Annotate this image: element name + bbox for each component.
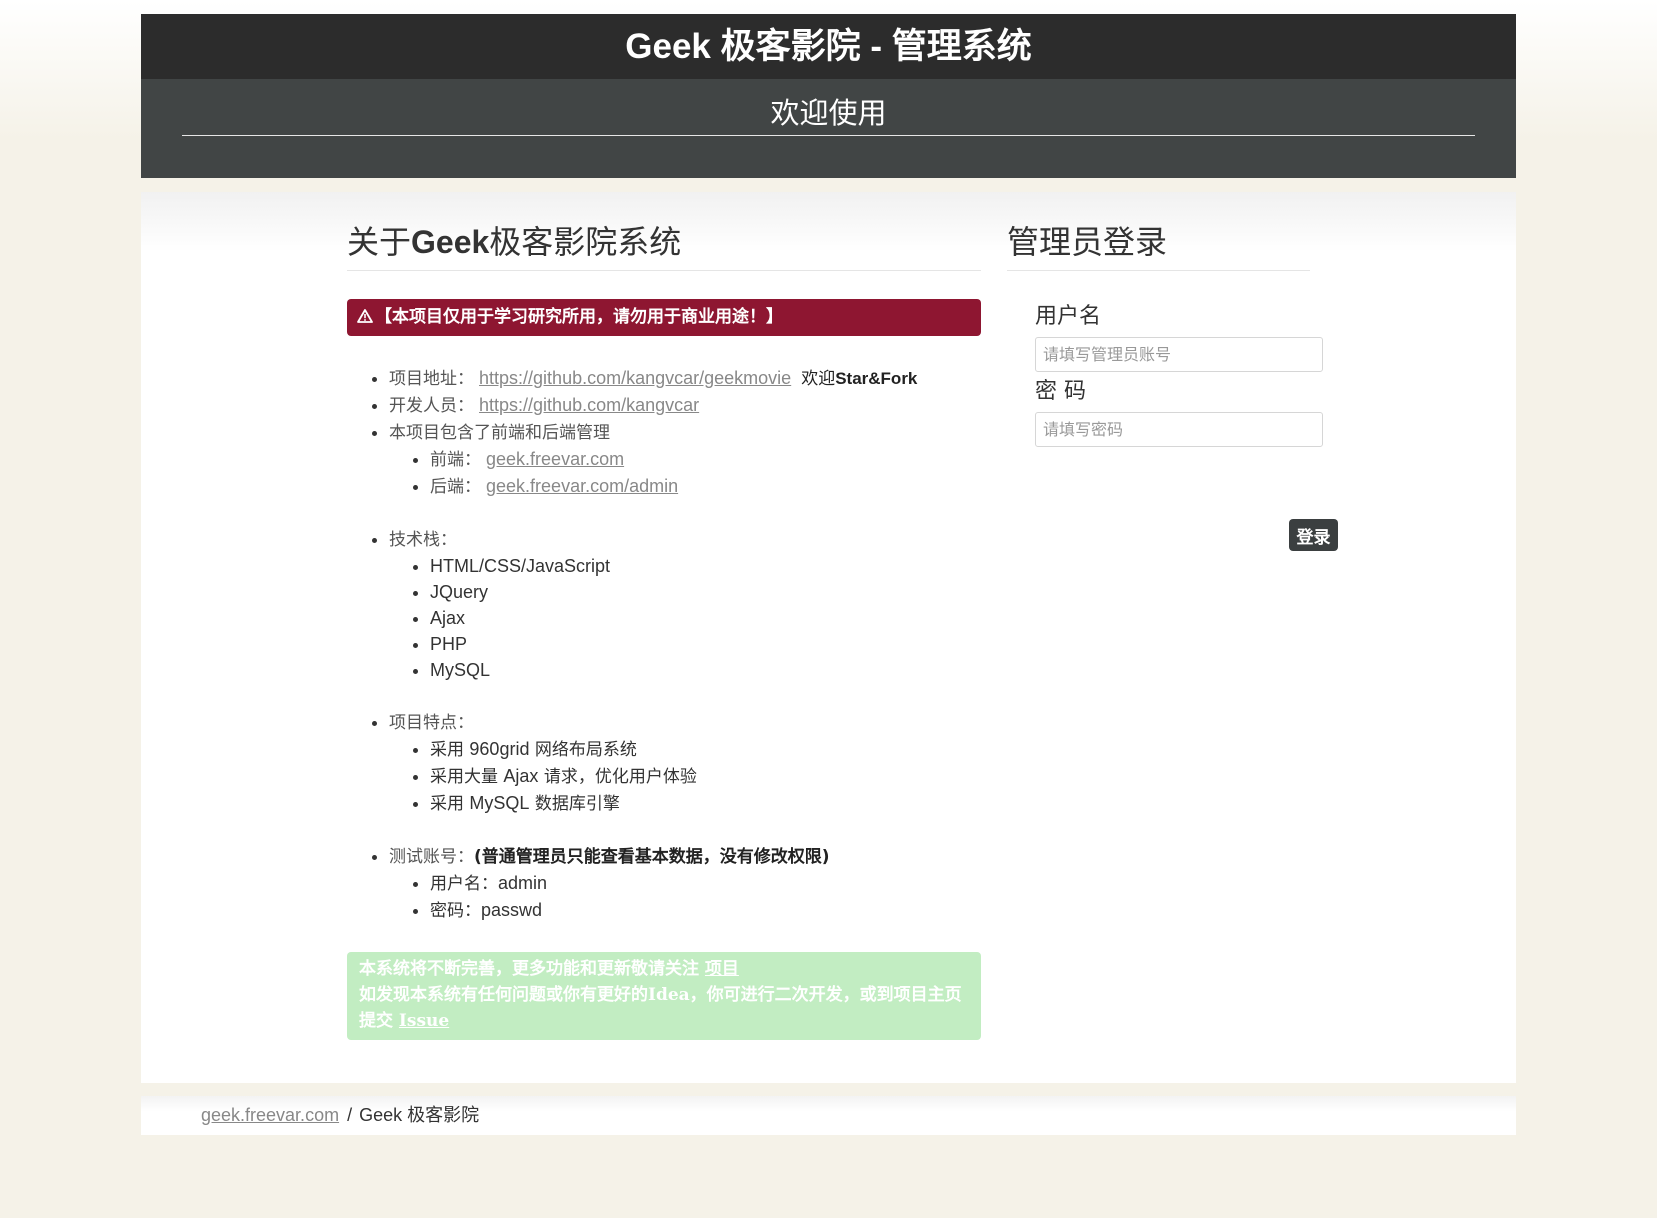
main-content: 关于Geek极客影院系统 【本项目仅用于学习研究所用，请勿用于商业用途！】 项目… xyxy=(141,192,1516,1083)
footer-name-text: Geek 极客影院 xyxy=(359,1105,480,1125)
feature-pre: 采用 xyxy=(430,794,470,814)
project-label: 项目地址： xyxy=(389,369,474,389)
stack-item: PHP xyxy=(430,631,981,657)
star-fork-cn: 欢迎 xyxy=(801,369,836,389)
update-notice: 本系统将不断完善，更多功能和更新敬请关注 项目 如发现本系统有任何问题或你有更好… xyxy=(347,952,981,1040)
warning-icon xyxy=(357,299,373,336)
stack-label: 技术栈： xyxy=(389,530,457,550)
test-password-value: passwd xyxy=(481,900,543,920)
notice-line-1: 本系统将不断完善，更多功能和更新敬请关注 项目 xyxy=(359,956,969,982)
about-title: 关于Geek极客影院系统 xyxy=(347,220,981,271)
username-input[interactable] xyxy=(1035,337,1323,372)
feature-tech: MySQL xyxy=(469,793,530,813)
list-item-includes: 本项目包含了前端和后端管理 前端： geek.freevar.com 后端： g… xyxy=(389,419,981,500)
test-username-item: 用户名：admin xyxy=(430,870,981,897)
test-account-note: (普通管理员只能查看基本数据，没有修改权限) xyxy=(474,847,830,867)
footer-separator: / xyxy=(347,1105,353,1125)
login-form: 用户名 密 码 xyxy=(1007,271,1323,447)
warning-text: 【本项目仅用于学习研究所用，请勿用于商业用途！】 xyxy=(375,307,783,327)
test-account-label: 测试账号： xyxy=(389,847,474,867)
project-link[interactable]: https://github.com/kangvcar/geekmovie xyxy=(479,368,791,388)
developer-label: 开发人员： xyxy=(389,396,474,416)
welcome-divider xyxy=(182,135,1475,136)
login-title: 管理员登录 xyxy=(1007,220,1310,271)
list-item-backend: 后端： geek.freevar.com/admin xyxy=(430,473,981,500)
notice-text-2: 如发现本系统有任何问题或你有更好的Idea，你可进行二次开发，或到项目主页提交 xyxy=(359,985,962,1031)
frontend-label: 前端： xyxy=(430,450,481,470)
list-item-frontend: 前端： geek.freevar.com xyxy=(430,446,981,473)
notice-line-2: 如发现本系统有任何问题或你有更好的Idea，你可进行二次开发，或到项目主页提交 … xyxy=(359,982,969,1034)
feature-pre: 采用 xyxy=(430,740,470,760)
list-item-developer: 开发人员： https://github.com/kangvcar xyxy=(389,392,981,419)
list-item-features: 项目特点： 采用 960grid 网络布局系统 采用大量 Ajax 请求，优化用… xyxy=(389,709,981,817)
password-label: 密 码 xyxy=(1035,379,1086,404)
stack-list: HTML/CSS/JavaScript JQuery Ajax PHP MySQ… xyxy=(389,553,981,683)
welcome-text: 欢迎使用 xyxy=(770,96,887,130)
star-fork-text: 欢迎Star&Fork xyxy=(801,369,917,389)
stack-item: MySQL xyxy=(430,657,981,683)
feature-tech: Ajax xyxy=(503,766,539,786)
about-title-suffix: 极客影院系统 xyxy=(489,223,682,261)
feature-item: 采用大量 Ajax 请求，优化用户体验 xyxy=(430,763,981,790)
list-item-stack: 技术栈： HTML/CSS/JavaScript JQuery Ajax PHP… xyxy=(389,526,981,683)
feature-pre: 采用大量 xyxy=(430,767,504,787)
password-input[interactable] xyxy=(1035,412,1323,447)
test-password-item: 密码：passwd xyxy=(430,897,981,924)
welcome-banner: 欢迎使用 xyxy=(141,79,1516,178)
test-username-label: 用户名： xyxy=(430,874,498,894)
feature-post: 请求，优化用户体验 xyxy=(538,767,697,787)
test-password-label: 密码： xyxy=(430,901,481,921)
project-notice-link[interactable]: 项目 xyxy=(705,959,739,979)
backend-label: 后端： xyxy=(430,477,481,497)
feature-post: 网络布局系统 xyxy=(529,740,637,760)
list-item-project: 项目地址： https://github.com/kangvcar/geekmo… xyxy=(389,365,981,392)
about-section: 关于Geek极客影院系统 【本项目仅用于学习研究所用，请勿用于商业用途！】 项目… xyxy=(347,220,981,1040)
test-username-value: admin xyxy=(498,873,548,893)
feature-item: 采用 MySQL 数据库引擎 xyxy=(430,790,981,817)
login-section: 管理员登录 用户名 密 码 登录 xyxy=(1007,220,1338,551)
feature-post: 数据库引擎 xyxy=(529,794,620,814)
features-list: 采用 960grid 网络布局系统 采用大量 Ajax 请求，优化用户体验 采用… xyxy=(389,736,981,817)
about-title-prefix: 关于 xyxy=(347,223,412,261)
site-title: Geek 极客影院 - 管理系统 xyxy=(141,14,1516,79)
username-label: 用户名 xyxy=(1035,304,1102,329)
footer: geek.freevar.com / Geek 极客影院 xyxy=(141,1096,1516,1135)
issue-link[interactable]: Issue xyxy=(399,1011,449,1031)
login-button[interactable]: 登录 xyxy=(1289,519,1338,551)
features-label: 项目特点： xyxy=(389,713,474,733)
feature-tech: 960grid xyxy=(469,739,530,759)
stack-item: JQuery xyxy=(430,579,981,605)
test-account-list: 用户名：admin 密码：passwd xyxy=(389,870,981,924)
list-item-test-account: 测试账号：(普通管理员只能查看基本数据，没有修改权限) 用户名：admin 密码… xyxy=(389,843,981,924)
warning-banner: 【本项目仅用于学习研究所用，请勿用于商业用途！】 xyxy=(347,299,981,336)
project-info-list: 项目地址： https://github.com/kangvcar/geekmo… xyxy=(347,365,981,924)
frontend-link[interactable]: geek.freevar.com xyxy=(486,449,624,469)
about-title-brand: Geek xyxy=(411,224,490,260)
feature-item: 采用 960grid 网络布局系统 xyxy=(430,736,981,763)
backend-link[interactable]: geek.freevar.com/admin xyxy=(486,476,678,496)
footer-site-name: Geek 极客影院 xyxy=(359,1105,479,1125)
footer-site-link[interactable]: geek.freevar.com xyxy=(201,1105,339,1125)
developer-link[interactable]: https://github.com/kangvcar xyxy=(479,395,699,415)
footer-content: geek.freevar.com / Geek 极客影院 xyxy=(201,1096,479,1135)
notice-text-1: 本系统将不断完善，更多功能和更新敬请关注 xyxy=(359,959,705,979)
includes-text: 本项目包含了前端和后端管理 xyxy=(389,423,610,443)
endpoint-list: 前端： geek.freevar.com 后端： geek.freevar.co… xyxy=(389,446,981,500)
star-fork-en: Star&Fork xyxy=(835,369,918,388)
stack-item: HTML/CSS/JavaScript xyxy=(430,553,981,579)
stack-item: Ajax xyxy=(430,605,981,631)
